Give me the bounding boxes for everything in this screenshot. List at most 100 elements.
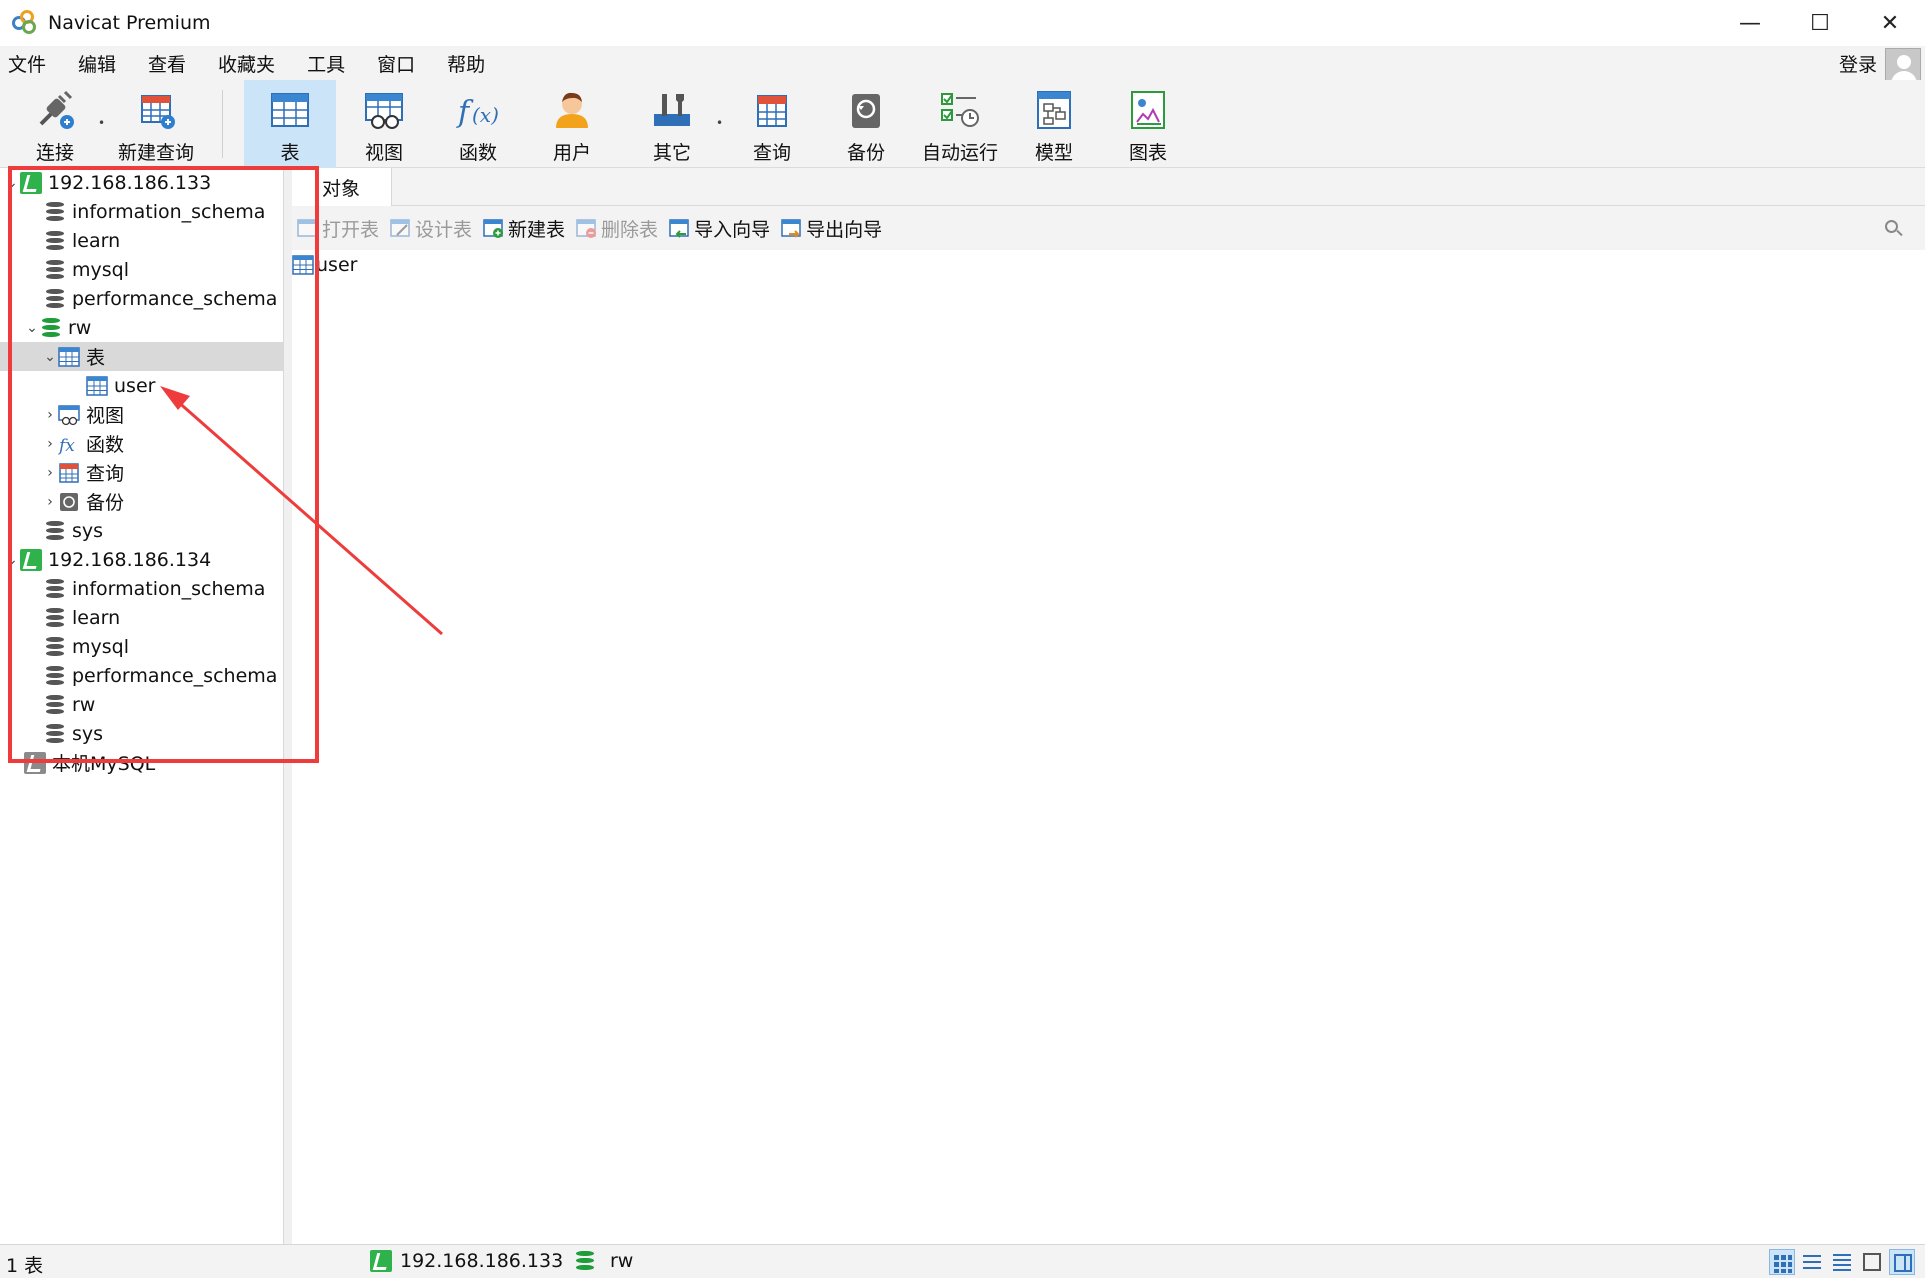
tree-db-learn[interactable]: learn — [0, 603, 284, 632]
import-icon — [668, 217, 690, 239]
chevron-right-icon[interactable]: › — [42, 436, 58, 452]
object-item-user[interactable]: user — [292, 250, 357, 280]
avatar-icon[interactable] — [1885, 48, 1921, 84]
list-view-icon[interactable] — [1799, 1249, 1825, 1275]
minimize-button[interactable]: — — [1715, 0, 1785, 46]
toolbar-model-label: 模型 — [1034, 142, 1073, 164]
menu-help[interactable]: 帮助 — [439, 50, 501, 77]
toolbar-function-button[interactable]: f (x) 函数 — [450, 80, 506, 168]
toolbar-chart-button[interactable]: 图表 — [1120, 80, 1176, 168]
open-table-button[interactable]: 打开表 — [296, 206, 379, 250]
tree-connection-local[interactable]: 本机MySQL — [0, 748, 284, 777]
tree-item-label: information_schema — [72, 577, 266, 600]
main-toolbar: 连接 • 新建查询 表 视图 f (x) 函数 用户 其它 • 查询 备份 自动… — [0, 80, 1925, 168]
tree-item-label: mysql — [72, 258, 129, 281]
chart-icon — [1126, 88, 1170, 132]
tree-backups-folder[interactable]: › 备份 — [0, 487, 284, 516]
toolbar-model-button[interactable]: 模型 — [1026, 80, 1082, 168]
chevron-down-icon[interactable]: ⌄ — [4, 552, 20, 568]
title-bar: Navicat Premium — ☐ ✕ — [0, 0, 1925, 46]
detail-view-icon[interactable] — [1829, 1249, 1855, 1275]
preview-panel-icon[interactable] — [1859, 1249, 1885, 1275]
tree-db-mysql[interactable]: mysql — [0, 632, 284, 661]
chevron-right-icon[interactable]: › — [42, 494, 58, 510]
grid-view-icon[interactable] — [1769, 1249, 1795, 1275]
chevron-right-icon[interactable]: › — [42, 465, 58, 481]
tree-splitter[interactable] — [284, 168, 292, 1244]
tree-item-label: rw — [72, 693, 96, 716]
search-icon[interactable] — [1885, 220, 1903, 238]
tree-db-information-schema[interactable]: information_schema — [0, 574, 284, 603]
chevron-down-icon[interactable]: ⌄ — [4, 175, 20, 191]
status-connection: 192.168.186.133 — [370, 1250, 563, 1272]
function-icon: f (x) — [456, 88, 500, 132]
database-icon — [44, 288, 66, 310]
new-table-icon — [482, 217, 504, 239]
login-link[interactable]: 登录 — [1839, 50, 1877, 77]
new-table-button[interactable]: 新建表 — [482, 206, 565, 250]
toolbar-new-query-button[interactable]: 新建查询 — [116, 80, 196, 168]
tree-db-sys[interactable]: sys — [0, 719, 284, 748]
tree-table-user[interactable]: user — [0, 371, 284, 400]
tree-db-learn[interactable]: learn — [0, 226, 284, 255]
toolbar-backup-button[interactable]: 备份 — [838, 80, 894, 168]
tree-queries-folder[interactable]: › 查询 — [0, 458, 284, 487]
open-table-label: 打开表 — [322, 218, 380, 241]
tab-objects[interactable]: 对象 — [292, 168, 392, 206]
tree-functions-folder[interactable]: › fx 函数 — [0, 429, 284, 458]
database-icon — [44, 694, 66, 716]
delete-table-button[interactable]: 删除表 — [575, 206, 658, 250]
chevron-down-icon[interactable]: ⌄ — [42, 349, 58, 365]
toolbar-connect-button[interactable]: 连接 — [24, 80, 86, 168]
tree-item-label: mysql — [72, 635, 129, 658]
tree-db-rw[interactable]: ⌄ rw — [0, 313, 284, 342]
tree-connection-133[interactable]: ⌄ 192.168.186.133 — [0, 168, 284, 197]
view-icon — [58, 404, 80, 426]
tree-db-mysql[interactable]: mysql — [0, 255, 284, 284]
menu-bar: 文件 编辑 查看 收藏夹 工具 窗口 帮助 登录 — [0, 46, 1925, 84]
toolbar-other-button[interactable]: 其它 — [644, 80, 700, 168]
design-table-button[interactable]: 设计表 — [389, 206, 472, 250]
info-panel-icon[interactable] — [1889, 1249, 1915, 1275]
toolbar-new-query-label: 新建查询 — [117, 142, 194, 164]
toolbar-table-button[interactable]: 表 — [244, 80, 336, 168]
tree-db-performance-schema[interactable]: performance_schema — [0, 284, 284, 313]
menu-tools[interactable]: 工具 — [299, 50, 361, 77]
tree-item-label: 本机MySQL — [52, 753, 156, 775]
database-open-icon — [574, 1250, 596, 1272]
view-mode-switcher — [1765, 1249, 1915, 1275]
menu-edit[interactable]: 编辑 — [70, 50, 132, 77]
tree-db-performance-schema[interactable]: performance_schema — [0, 661, 284, 690]
tree-db-rw[interactable]: rw — [0, 690, 284, 719]
database-icon — [44, 520, 66, 542]
status-bar: 1 表 192.168.186.133 rw — [0, 1244, 1925, 1278]
maximize-button[interactable]: ☐ — [1785, 0, 1855, 46]
mysql-connection-icon — [20, 548, 42, 571]
tree-tables-folder[interactable]: ⌄ 表 — [0, 342, 284, 371]
toolbar-autorun-button[interactable]: 自动运行 — [920, 80, 1000, 168]
menu-view[interactable]: 查看 — [140, 50, 202, 77]
database-icon — [44, 578, 66, 600]
menu-favorites[interactable]: 收藏夹 — [210, 50, 291, 77]
tree-db-sys[interactable]: sys — [0, 516, 284, 545]
menu-file[interactable]: 文件 — [0, 50, 62, 77]
tree-connection-134[interactable]: ⌄ 192.168.186.134 — [0, 545, 284, 574]
toolbar-view-button[interactable]: 视图 — [356, 80, 412, 168]
toolbar-query-button[interactable]: 查询 — [744, 80, 800, 168]
tree-db-information-schema[interactable]: information_schema — [0, 197, 284, 226]
object-toolbar: 打开表 设计表 新建表 删除表 导入向导 导出向导 — [292, 206, 1925, 250]
chevron-down-icon[interactable]: ⌄ — [24, 320, 40, 336]
object-pane: 对象 打开表 设计表 新建表 删除表 导入向导 导出向导 user — [292, 168, 1925, 1244]
other-dropdown-icon[interactable]: • — [716, 116, 723, 130]
import-wizard-button[interactable]: 导入向导 — [668, 206, 770, 250]
svg-text:(x): (x) — [472, 103, 499, 127]
tree-views-folder[interactable]: › 视图 — [0, 400, 284, 429]
menu-window[interactable]: 窗口 — [369, 50, 431, 77]
toolbar-user-button[interactable]: 用户 — [544, 80, 600, 168]
chevron-right-icon[interactable]: › — [42, 407, 58, 423]
toolbar-autorun-label: 自动运行 — [921, 142, 998, 164]
tree-item-label: 视图 — [86, 405, 125, 427]
export-wizard-button[interactable]: 导出向导 — [780, 206, 882, 250]
close-button[interactable]: ✕ — [1855, 0, 1925, 46]
connect-dropdown-icon[interactable]: • — [98, 116, 105, 130]
